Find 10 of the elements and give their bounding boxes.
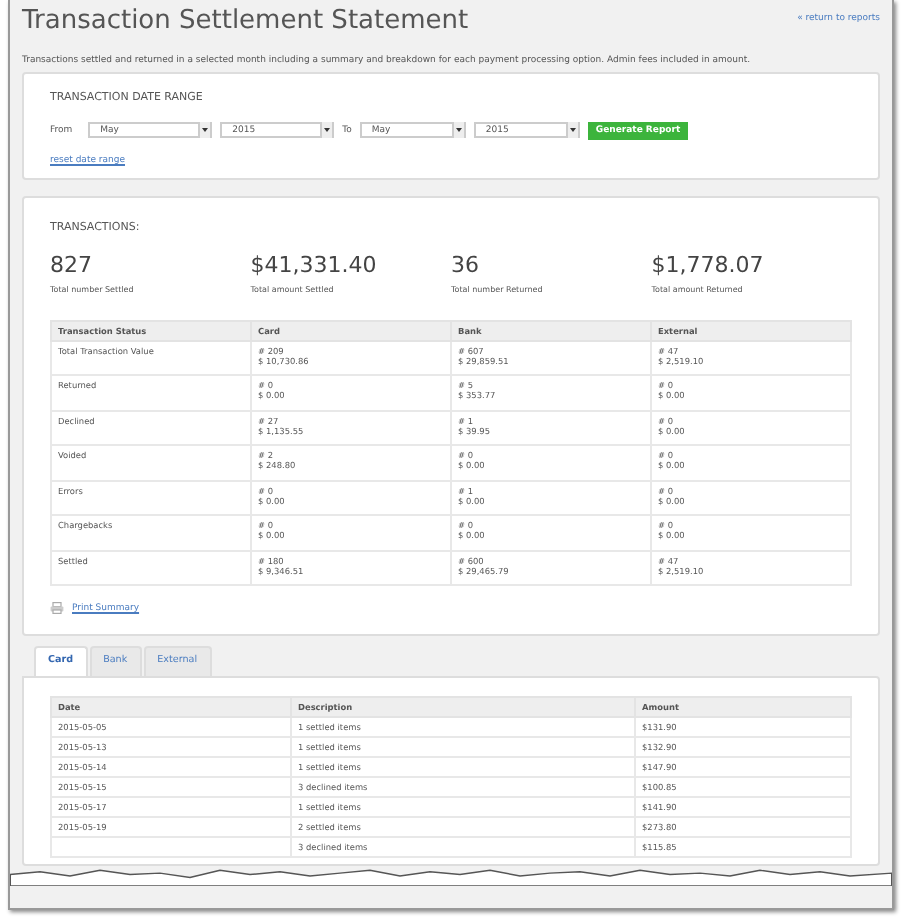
caret-icon — [202, 128, 209, 133]
stat-value: 827 — [50, 251, 94, 278]
page-title: Transaction Settlement Statement — [22, 6, 469, 38]
caret-icon — [569, 128, 576, 133]
printer-icon — [50, 602, 64, 615]
caret-icon — [324, 128, 331, 133]
stat-value: $41,331.40 — [250, 251, 379, 278]
stat-value: $1,778.07 — [651, 251, 766, 278]
stat-value: 36 — [451, 251, 481, 278]
caret-icon — [455, 128, 462, 133]
